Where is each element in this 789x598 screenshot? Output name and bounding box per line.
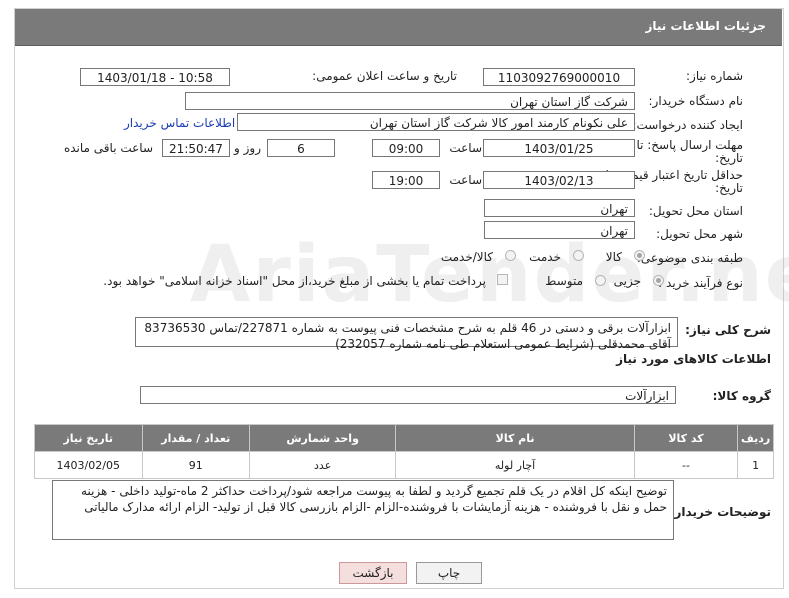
page-title: جزئیات اطلاعات نیاز: [645, 19, 766, 33]
province-value: تهران: [484, 199, 635, 217]
category-radio-goods[interactable]: [634, 250, 645, 261]
requester-value: علی نکونام کارمند امور کالا شرکت گاز است…: [237, 113, 635, 131]
back-button[interactable]: بازگشت: [339, 562, 407, 584]
validity-time-label: ساعت: [449, 173, 482, 187]
general-description-label: شرح کلی نیاز:: [685, 323, 771, 337]
remaining-time-value: 21:50:47: [162, 139, 230, 157]
goods-table: ردیف کد کالا نام کالا واحد شمارش تعداد /…: [34, 424, 774, 479]
reply-deadline-label: مهلت ارسال پاسخ: تا: [636, 138, 743, 152]
city-label: شهر محل تحویل:: [656, 227, 743, 241]
category-radio-goods-service[interactable]: [505, 250, 516, 261]
province-label: استان محل تحویل:: [648, 204, 743, 218]
cell-qty: 91: [141, 451, 250, 479]
validity-date-value: 1403/02/13: [483, 171, 635, 189]
col-code-header: کد کالا: [633, 424, 739, 452]
cell-name: آچار لوله: [395, 451, 635, 479]
category-label: طبقه بندی موضوعی:: [636, 251, 743, 265]
cell-code: --: [633, 451, 739, 479]
goods-group-value: ابزارآلات: [140, 386, 676, 404]
city-value: تهران: [484, 221, 635, 239]
announce-label: تاریخ و ساعت اعلان عمومی:: [312, 69, 457, 83]
process-type-label: نوع فرآیند خرید :: [658, 276, 743, 290]
treasury-payment-note: پرداخت تمام یا بخشی از مبلغ خرید،از محل …: [103, 274, 486, 288]
goods-group-label: گروه کالا:: [712, 389, 771, 403]
col-row-header: ردیف: [737, 424, 774, 452]
category-goods-label: کالا: [605, 250, 622, 264]
col-unit-header: واحد شمارش: [248, 424, 397, 452]
print-button[interactable]: چاپ: [416, 562, 482, 584]
process-medium-label: متوسط: [545, 274, 583, 288]
days-label: روز و: [234, 141, 261, 155]
days-remaining-value: 6: [267, 139, 335, 157]
general-description-text: ابزارآلات برقی و دستی در 46 قلم به شرح م…: [135, 317, 678, 351]
cell-row: 1: [737, 451, 774, 479]
process-radio-medium[interactable]: [595, 275, 606, 286]
category-service-label: خدمت: [529, 250, 561, 264]
treasury-payment-checkbox[interactable]: [497, 274, 508, 285]
header-bar: جزئیات اطلاعات نیاز: [15, 9, 782, 46]
buyer-org-label: نام دستگاه خریدار:: [648, 94, 744, 108]
buyer-contact-link[interactable]: اطلاعات تماس خریدار: [124, 116, 235, 130]
process-minor-label: جزیی: [613, 274, 641, 288]
reply-time-label: ساعت: [449, 141, 482, 155]
goods-table-header: ردیف کد کالا نام کالا واحد شمارش تعداد /…: [34, 424, 774, 452]
table-row: 1 -- آچار لوله عدد 91 1403/02/05: [34, 451, 774, 479]
remaining-time-label: ساعت باقی مانده: [63, 141, 153, 155]
col-qty-header: تعداد / مقدار: [141, 424, 250, 452]
buyer-org-value: شرکت گاز استان تهران: [185, 92, 635, 110]
reply-time-value: 09:00: [372, 139, 440, 157]
buyer-notes-text: توضیح اینکه کل اقلام در یک قلم تجمیع گرد…: [52, 480, 674, 540]
need-number-value: 1103092769000010: [483, 68, 635, 86]
requester-label: ایجاد کننده درخواست:: [632, 118, 743, 132]
price-validity-label-date: تاریخ:: [715, 181, 743, 195]
process-radio-minor[interactable]: [653, 275, 664, 286]
col-name-header: نام کالا: [395, 424, 635, 452]
goods-section-title: اطلاعات کالاهای مورد نیاز: [616, 352, 771, 366]
need-number-label: شماره نیاز:: [686, 69, 743, 83]
announce-value: 1403/01/18 - 10:58: [80, 68, 230, 86]
reply-deadline-label-date: تاریخ:: [715, 151, 743, 165]
col-date-header: تاریخ نیاز: [34, 424, 143, 452]
buyer-notes-label: توضیحات خریدار:: [669, 505, 771, 519]
cell-date: 1403/02/05: [34, 451, 143, 479]
category-goods-service-label: کالا/خدمت: [440, 250, 493, 264]
cell-unit: عدد: [248, 451, 397, 479]
validity-time-value: 19:00: [372, 171, 440, 189]
category-radio-service[interactable]: [573, 250, 584, 261]
reply-date-value: 1403/01/25: [483, 139, 635, 157]
